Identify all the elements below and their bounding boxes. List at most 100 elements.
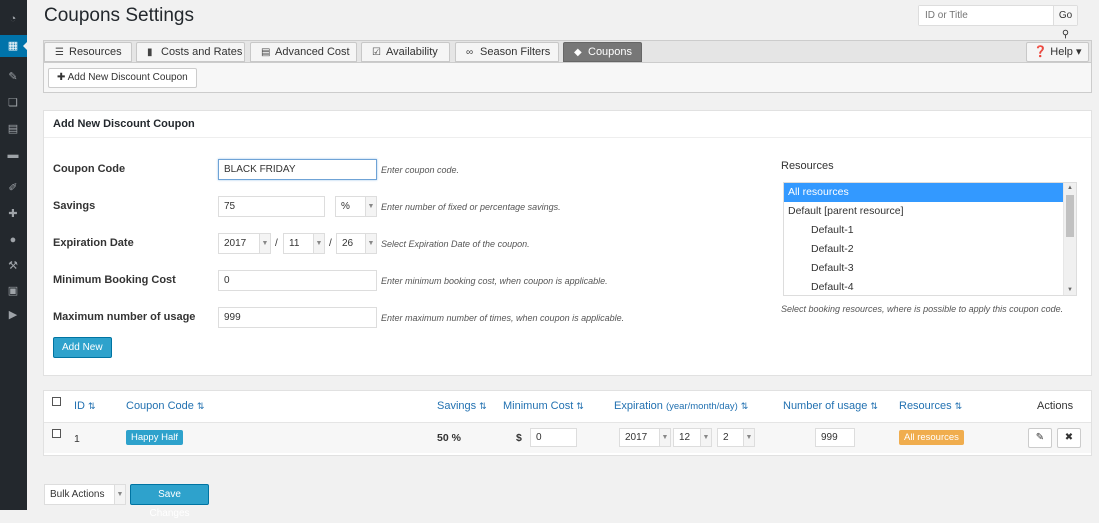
- pin-icon[interactable]: ✎: [6, 70, 20, 84]
- bar-chart-icon: ▮: [147, 47, 153, 58]
- scroll-down-icon[interactable]: ▼: [1064, 285, 1076, 295]
- link-icon: ∞: [466, 47, 474, 58]
- add-new-button[interactable]: Add New: [53, 337, 112, 358]
- expiration-date-label: Expiration Date: [53, 237, 134, 249]
- max-usage-hint: Enter maximum number of times, when coup…: [381, 313, 625, 323]
- row-month-select[interactable]: 12 ▼: [673, 428, 712, 447]
- header-label: ID: [74, 400, 85, 412]
- select-all-checkbox[interactable]: [52, 397, 61, 406]
- month-value: 11: [289, 238, 300, 249]
- add-new-coupon-label: Add New Discount Coupon: [67, 72, 188, 83]
- resources-listbox[interactable]: All resources Default [parent resource] …: [783, 182, 1077, 296]
- coupon-code-input[interactable]: BLACK FRIDAY: [218, 159, 377, 180]
- max-usage-label: Maximum number of usage: [53, 311, 196, 323]
- pages-icon[interactable]: ▤: [6, 122, 20, 136]
- min-cost-hint: Enter minimum booking cost, when coupon …: [381, 276, 608, 286]
- plugins-icon[interactable]: ✚: [6, 207, 20, 221]
- resources-hint: Select booking resources, where is possi…: [781, 304, 1064, 314]
- save-changes-button[interactable]: Save Changes: [130, 484, 209, 519]
- tab-coupons[interactable]: ◆ Coupons: [563, 42, 642, 62]
- chevron-down-icon: ▼: [259, 234, 270, 253]
- year-value: 2017: [224, 238, 247, 249]
- search-go-button[interactable]: Go ⚲: [1053, 6, 1077, 40]
- edit-button[interactable]: ✎: [1028, 428, 1052, 448]
- tab-label: Costs and Rates: [161, 46, 243, 58]
- close-icon: ✖: [1064, 432, 1074, 443]
- plus-icon: ✚: [57, 72, 66, 83]
- resource-option-default-1[interactable]: Default-1: [784, 221, 1076, 240]
- row-usage-input[interactable]: 999: [815, 428, 855, 447]
- bulk-actions-value: Bulk Actions: [50, 489, 105, 500]
- collapse-icon[interactable]: ▶: [6, 308, 20, 322]
- savings-hint: Enter number of fixed or percentage savi…: [381, 202, 561, 212]
- scroll-thumb[interactable]: [1066, 195, 1074, 237]
- chevron-down-icon: ▼: [743, 429, 754, 446]
- col-expiration[interactable]: Expiration (year/month/day) ⇅: [614, 400, 748, 412]
- panel-heading: Add New Discount Coupon: [44, 111, 1091, 138]
- tab-resources[interactable]: ☰ Resources: [44, 42, 132, 62]
- chevron-down-icon: ▾: [1075, 46, 1082, 58]
- resources-scrollbar[interactable]: ▲ ▼: [1063, 183, 1076, 295]
- col-min-cost[interactable]: Minimum Cost ⇅: [503, 400, 584, 412]
- list-icon: ☰: [55, 47, 64, 58]
- col-id[interactable]: ID ⇅: [74, 400, 96, 412]
- add-new-coupon-button[interactable]: ✚ Add New Discount Coupon: [48, 68, 197, 88]
- chevron-down-icon: ▼: [313, 234, 324, 253]
- question-icon: ❓: [1033, 46, 1048, 58]
- expiration-day-select[interactable]: 26 ▼: [336, 233, 377, 254]
- help-button[interactable]: ❓ Help ▾: [1026, 42, 1089, 62]
- col-savings[interactable]: Savings ⇅: [437, 400, 487, 412]
- delete-button[interactable]: ✖: [1057, 428, 1081, 448]
- col-usage[interactable]: Number of usage ⇅: [783, 400, 878, 412]
- settings-icon[interactable]: ▣: [6, 284, 20, 298]
- month-value: 12: [679, 432, 691, 443]
- search-input[interactable]: [919, 6, 1053, 25]
- resource-option-default-2[interactable]: Default-2: [784, 240, 1076, 259]
- check-square-icon: ☑: [372, 47, 381, 58]
- toolbar: ✚ Add New Discount Coupon: [44, 62, 1091, 92]
- resource-option-all[interactable]: All resources: [784, 183, 1076, 202]
- comments-icon[interactable]: ▬: [6, 148, 20, 162]
- savings-input[interactable]: 75: [218, 196, 325, 217]
- scroll-up-icon[interactable]: ▲: [1064, 183, 1076, 193]
- header-label: Resources: [899, 400, 952, 412]
- row-min-cost-input[interactable]: 0: [530, 428, 577, 447]
- max-usage-input[interactable]: 999: [218, 307, 377, 328]
- expiration-year-select[interactable]: 2017 ▼: [218, 233, 271, 254]
- page-title: Coupons Settings: [44, 5, 194, 26]
- media-icon[interactable]: ❏: [6, 96, 20, 110]
- coupon-code-hint: Enter coupon code.: [381, 165, 460, 175]
- dashboard-icon[interactable]: ◔: [6, 12, 20, 26]
- row-year-select[interactable]: 2017 ▼: [619, 428, 671, 447]
- min-cost-input[interactable]: 0: [218, 270, 377, 291]
- coupon-code-badge[interactable]: Happy Half: [126, 430, 183, 445]
- edit-icon: ✎: [1035, 432, 1045, 443]
- savings-unit-select[interactable]: % ▼: [335, 196, 377, 217]
- resource-option-default-3[interactable]: Default-3: [784, 259, 1076, 278]
- appearance-icon[interactable]: ✐: [6, 181, 20, 195]
- tab-availability[interactable]: ☑ Availability: [361, 42, 450, 62]
- col-resources[interactable]: Resources ⇅: [899, 400, 962, 412]
- tools-icon[interactable]: ⚒: [6, 259, 20, 273]
- search-box: Go ⚲: [918, 5, 1078, 40]
- resource-option-default-4[interactable]: Default-4: [784, 278, 1076, 295]
- tab-advanced-cost[interactable]: ▤ Advanced Cost: [250, 42, 357, 62]
- calendar-icon[interactable]: ▦: [6, 39, 20, 53]
- year-value: 2017: [625, 432, 648, 443]
- tab-costs-and-rates[interactable]: ▮ Costs and Rates: [136, 42, 245, 62]
- bulk-actions-select[interactable]: Bulk Actions ▼: [44, 484, 126, 505]
- resource-option-default-parent[interactable]: Default [parent resource]: [784, 202, 1076, 221]
- col-coupon-code[interactable]: Coupon Code ⇅: [126, 400, 204, 412]
- header-label: Expiration: [614, 400, 663, 412]
- row-checkbox[interactable]: [52, 429, 61, 438]
- date-separator: /: [329, 238, 332, 249]
- table-row: 1 Happy Half 50 % $ 0 2017 ▼ 12 ▼ 2 ▼ 999 A…: [44, 422, 1091, 453]
- expiration-month-select[interactable]: 11 ▼: [283, 233, 325, 254]
- table-icon: ▤: [261, 47, 271, 58]
- add-coupon-panel: Add New Discount Coupon Coupon Code BLAC…: [43, 110, 1092, 376]
- users-icon[interactable]: ●: [6, 233, 20, 247]
- row-day-select[interactable]: 2 ▼: [717, 428, 755, 447]
- chevron-down-icon: ▼: [700, 429, 711, 446]
- tab-season-filters[interactable]: ∞ Season Filters: [455, 42, 559, 62]
- header-label: Savings: [437, 400, 477, 412]
